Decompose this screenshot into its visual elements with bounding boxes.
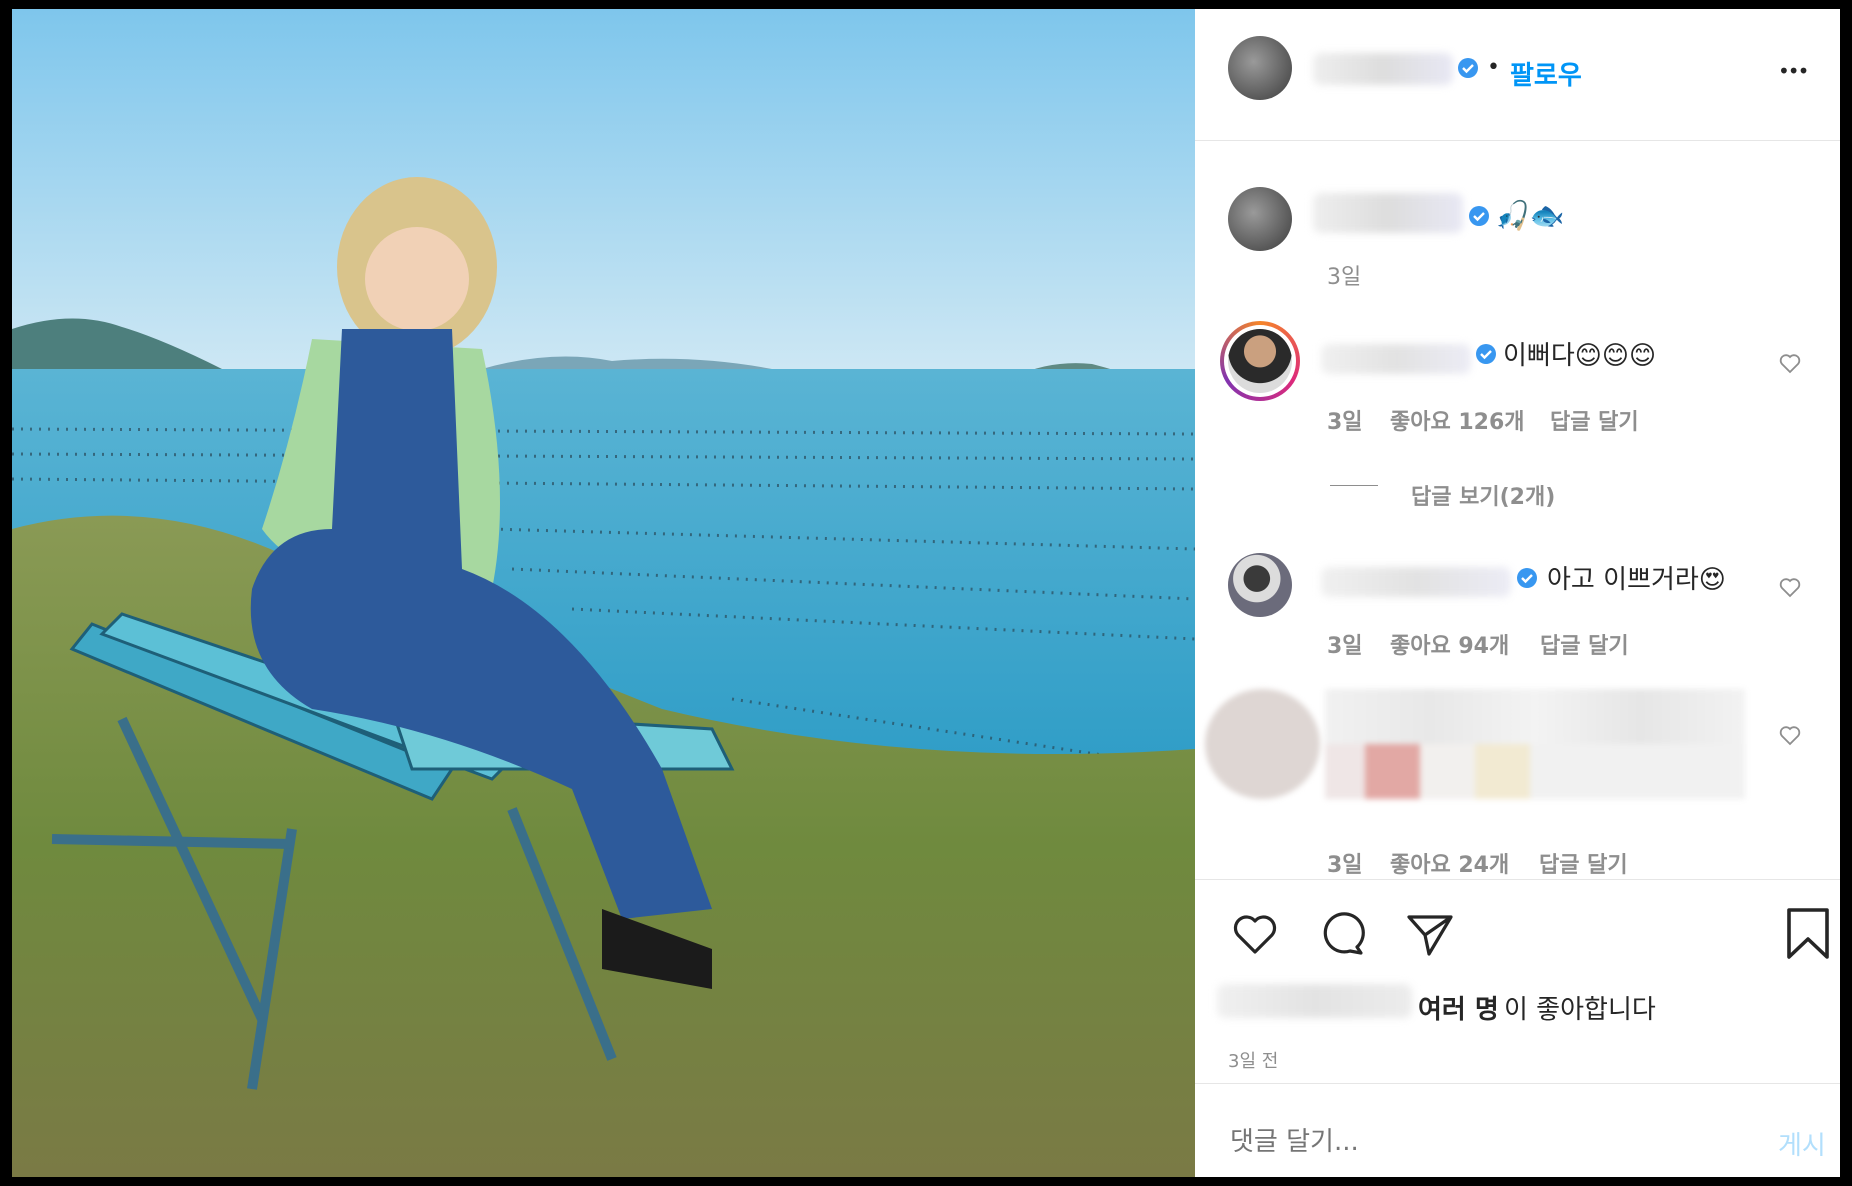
- comment-username-blurred[interactable]: [1321, 344, 1471, 374]
- liker-name-blurred[interactable]: [1217, 984, 1412, 1018]
- actions-divider: [1195, 879, 1840, 880]
- comment-text: 이뻐다😊😊😊: [1503, 341, 1657, 371]
- caption-username-blurred[interactable]: [1313, 193, 1463, 233]
- comment-likes[interactable]: 좋아요 126개: [1390, 404, 1525, 436]
- comment-like-icon[interactable]: [1778, 723, 1802, 747]
- follow-button[interactable]: 팔로우: [1510, 55, 1582, 92]
- caption-text: 🎣🐟: [1495, 199, 1565, 232]
- bookmark-icon[interactable]: [1785, 907, 1831, 961]
- caption-time: 3일: [1327, 265, 1362, 290]
- author-avatar[interactable]: [1228, 36, 1292, 100]
- comment-likes[interactable]: 좋아요 94개: [1390, 628, 1509, 660]
- author-username-blurred[interactable]: [1313, 53, 1453, 85]
- comment-like-icon[interactable]: [1778, 575, 1802, 599]
- comment-text: 아고 이쁘거라😍: [1547, 565, 1726, 595]
- comment-input[interactable]: [1228, 1119, 1732, 1165]
- likes-count-bold[interactable]: 여러 명: [1418, 989, 1499, 1026]
- reply-button[interactable]: 답글 달기: [1539, 847, 1628, 879]
- comment-time: 3일: [1327, 634, 1363, 659]
- comment-like-icon[interactable]: [1778, 351, 1802, 375]
- comment-time: 3일: [1327, 853, 1363, 878]
- view-replies-line: [1330, 485, 1378, 486]
- comment-box-divider: [1195, 1083, 1840, 1084]
- verified-icon: [1517, 568, 1537, 588]
- heart-icon[interactable]: [1230, 909, 1280, 959]
- post-timestamp: 3일 전: [1228, 1051, 1279, 1072]
- header-divider: [1195, 140, 1840, 141]
- share-icon[interactable]: [1405, 909, 1455, 959]
- comment-time: 3일: [1327, 410, 1363, 435]
- comment-username-blurred[interactable]: [1321, 567, 1511, 597]
- comment-icon[interactable]: [1317, 909, 1367, 959]
- post-comment-button[interactable]: 게시: [1778, 1125, 1826, 1162]
- post-photo[interactable]: [12, 9, 1195, 1177]
- verified-icon: [1469, 206, 1489, 226]
- comment-avatar-story-ring[interactable]: [1220, 321, 1300, 401]
- likes-count-rest: 이 좋아합니다: [1504, 995, 1656, 1025]
- verified-icon: [1476, 344, 1496, 364]
- comment-likes[interactable]: 좋아요 24개: [1390, 847, 1509, 879]
- verified-icon: [1458, 58, 1478, 78]
- header-dot: •: [1487, 55, 1500, 80]
- comment-blurred-content: [1205, 689, 1750, 819]
- comment-avatar[interactable]: [1228, 553, 1292, 617]
- post-image: [12, 9, 1195, 1177]
- more-icon[interactable]: •••: [1778, 59, 1809, 83]
- reply-button[interactable]: 답글 달기: [1540, 628, 1629, 660]
- view-replies-button[interactable]: 답글 보기(2개): [1411, 479, 1555, 511]
- caption-avatar[interactable]: [1228, 187, 1292, 251]
- reply-button[interactable]: 답글 달기: [1550, 404, 1639, 436]
- post-side-panel: • 팔로우 ••• 🎣🐟 3일 이뻐다😊😊😊 3일 좋아요 126개 답글 달기…: [1195, 9, 1840, 1177]
